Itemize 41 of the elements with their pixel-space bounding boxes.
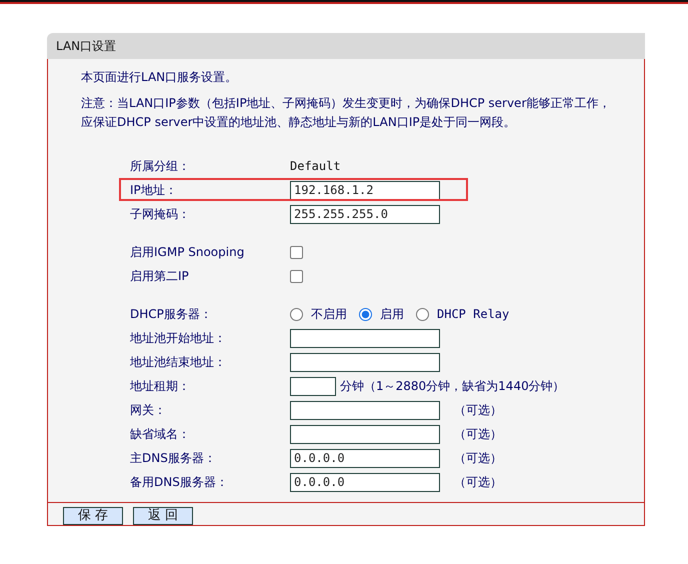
- input-field[interactable]: [290, 376, 336, 396]
- input-field[interactable]: 0.0.0.0: [290, 448, 440, 468]
- field-label: 网关：: [130, 402, 167, 418]
- field-label: 缺省域名：: [130, 426, 191, 442]
- field-label: 主DNS服务器：: [130, 450, 217, 466]
- input-field[interactable]: [290, 424, 440, 444]
- intro-text: 本页面进行LAN口服务设置。: [81, 69, 238, 86]
- lease-hint: 分钟（1～2880分钟，缺省为1440分钟）: [340, 378, 565, 394]
- field-label: 地址池开始地址：: [130, 330, 227, 346]
- checkbox[interactable]: [290, 246, 303, 258]
- field-label: 地址租期：: [130, 378, 191, 394]
- radio-label: DHCP Relay: [437, 307, 510, 321]
- field-label: 启用第二IP: [130, 268, 190, 284]
- checkbox[interactable]: [290, 270, 303, 282]
- group-value: Default: [290, 159, 341, 173]
- field-label: 子网掩码：: [130, 206, 191, 222]
- field-label: 所属分组：: [130, 158, 191, 174]
- input-field[interactable]: 255.255.255.0: [290, 204, 440, 224]
- input-field[interactable]: [290, 328, 440, 348]
- field-label: DHCP服务器：: [130, 306, 213, 322]
- field-label: 地址池结束地址：: [130, 354, 227, 370]
- input-field[interactable]: [290, 400, 440, 420]
- radio-button[interactable]: [290, 308, 303, 320]
- optional-hint: （可选）: [454, 402, 502, 418]
- radio-button[interactable]: [359, 308, 372, 320]
- input-field[interactable]: [290, 352, 440, 372]
- panel-title: LAN口设置: [56, 38, 116, 54]
- radio-label: 不启用: [311, 306, 347, 322]
- save-button[interactable]: 保 存: [63, 507, 123, 525]
- radio-label: 启用: [380, 306, 404, 322]
- input-field[interactable]: 192.168.1.2: [290, 180, 440, 200]
- radio-button[interactable]: [416, 308, 429, 320]
- input-field[interactable]: 0.0.0.0: [290, 472, 440, 492]
- note-text: 注意：当LAN口IP参数（包括IP地址、子网掩码）发生变更时，为确保DHCP server能够正常工作，应保证DHCP server中设置的地址池、静态地址与新的LAN口IP是处于同一网段。: [81, 95, 612, 131]
- optional-hint: （可选）: [454, 450, 502, 466]
- field-label: 启用IGMP Snooping: [130, 244, 246, 260]
- optional-hint: （可选）: [454, 474, 502, 490]
- field-label: 备用DNS服务器：: [130, 474, 229, 490]
- optional-hint: （可选）: [454, 426, 502, 442]
- field-label: IP地址：: [130, 182, 178, 198]
- back-button[interactable]: 返 回: [133, 507, 193, 525]
